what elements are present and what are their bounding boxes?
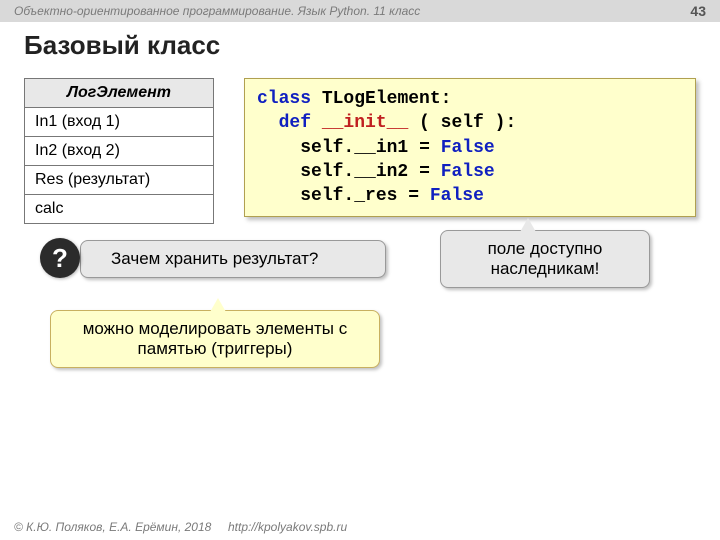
table-header: ЛогЭлемент (25, 79, 214, 108)
eq: = (408, 186, 419, 206)
row-main: ЛогЭлемент In1 (вход 1) In2 (вход 2) Res… (24, 78, 696, 224)
fn-init: __init__ (322, 113, 408, 133)
kw-false: False (430, 186, 484, 206)
table-row: calc (25, 195, 214, 224)
note-bottom-text: можно моделировать элементы с памятью (т… (83, 319, 348, 358)
footer-link[interactable]: http://kpolyakov.spb.ru (228, 520, 347, 534)
note-right-text: поле доступно наследникам! (488, 239, 603, 278)
eq: = (419, 138, 430, 158)
code-line: self.__in2 (300, 162, 408, 182)
kw-def: def (279, 113, 311, 133)
code-line: self.__in1 (300, 138, 408, 158)
table-row: In2 (вход 2) (25, 137, 214, 166)
note-right-bubble: поле доступно наследникам! (440, 230, 650, 288)
param-self: self (441, 113, 484, 133)
footer: © К.Ю. Поляков, Е.А. Ерёмин, 2018 http:/… (14, 520, 347, 534)
table-row: Res (результат) (25, 166, 214, 195)
note-bottom-tail (210, 298, 226, 312)
note-bottom-bubble: можно моделировать элементы с памятью (т… (50, 310, 380, 368)
copyright: © К.Ю. Поляков, Е.А. Ерёмин, 2018 (14, 520, 211, 534)
code-block: class TLogElement: def __init__ ( self )… (244, 78, 696, 217)
code-line: self._res (300, 186, 397, 206)
table-row: In1 (вход 1) (25, 108, 214, 137)
kw-class: class (257, 89, 311, 109)
kw-false: False (441, 162, 495, 182)
class-table: ЛогЭлемент In1 (вход 1) In2 (вход 2) Res… (24, 78, 214, 224)
question-bubble: Зачем хранить результат? (80, 240, 386, 278)
page-number: 43 (690, 3, 706, 19)
content: ЛогЭлемент In1 (вход 1) In2 (вход 2) Res… (24, 78, 696, 224)
callouts: Зачем хранить результат? ? поле доступно… (0, 240, 720, 440)
classname: TLogElement (322, 89, 441, 109)
eq: = (419, 162, 430, 182)
question-text: Зачем хранить результат? (111, 249, 318, 268)
note-right-tail (520, 218, 536, 232)
kw-false: False (441, 138, 495, 158)
course-label: Объектно-ориентированное программировани… (14, 4, 420, 18)
header-bar: Объектно-ориентированное программировани… (0, 0, 720, 22)
page-title: Базовый класс (24, 30, 220, 61)
question-mark-icon: ? (40, 238, 80, 278)
